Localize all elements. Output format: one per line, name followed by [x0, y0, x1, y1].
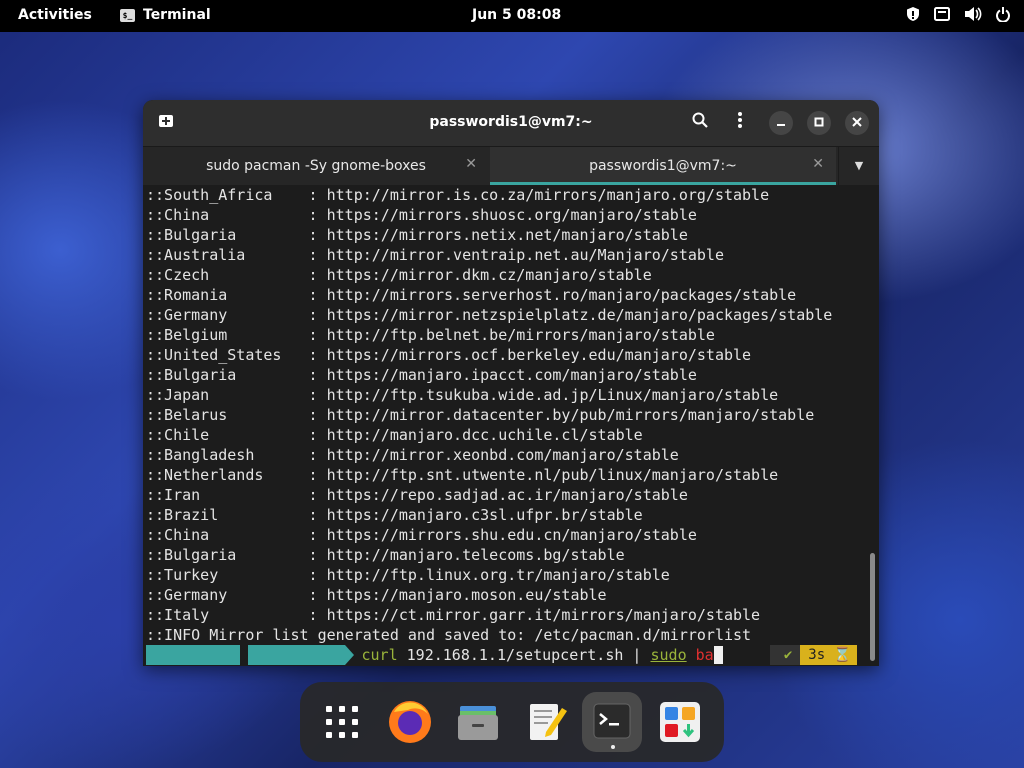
search-icon [692, 112, 708, 128]
output-line: ::Japan : http://ftp.tsukuba.wide.ad.jp/… [146, 386, 779, 404]
dock-text-editor[interactable] [516, 692, 576, 752]
firefox-icon [389, 701, 431, 743]
close-button[interactable] [845, 111, 869, 135]
minimize-icon [777, 124, 785, 126]
output-line: ::Romania : http://mirrors.serverhost.ro… [146, 286, 797, 304]
chevron-down-icon: ▼ [854, 159, 864, 172]
close-icon [852, 117, 862, 127]
output-line: ::Bangladesh : http://mirror.xeonbd.com/… [146, 446, 679, 464]
app-menu-label: Terminal [143, 7, 211, 23]
command-prompt[interactable]: ~ curl 192.168.1.1/setupcert.sh | sudo b… [146, 645, 723, 665]
os-logo-icon [146, 645, 241, 665]
prompt-arrow [344, 645, 354, 665]
minimize-button[interactable] [769, 111, 793, 135]
tab-close-icon[interactable]: ✕ [465, 156, 477, 172]
dock [300, 682, 724, 762]
top-bar: Activities $_ Terminal Jun 5 08:08 [0, 0, 1024, 32]
maximize-button[interactable] [807, 111, 831, 135]
output-line: ::Italy : https://ct.mirror.garr.it/mirr… [146, 606, 761, 624]
prompt-dir-segment: ~ [248, 645, 345, 665]
kebab-menu-icon [738, 112, 742, 128]
output-line: ::Belarus : http://mirror.datacenter.by/… [146, 406, 815, 424]
app-grid-icon [326, 706, 358, 738]
dock-terminal[interactable] [582, 692, 642, 752]
command-args: 192.168.1.1/setupcert.sh | [397, 646, 651, 664]
output-line: ::Belgium : http://ftp.belnet.be/mirrors… [146, 326, 715, 344]
output-line: ::South_Africa : http://mirror.is.co.za/… [146, 186, 770, 204]
volume-icon [965, 7, 982, 21]
command-word: curl [361, 646, 398, 664]
tab-overview-button[interactable]: ▼ [838, 147, 879, 185]
output-line: ::Bulgaria : https://manjaro.ipacct.com/… [146, 366, 697, 384]
tab-label: passwordis1@vm7:~ [589, 158, 737, 174]
show-apps-button[interactable] [312, 692, 372, 752]
output-lines: ::South_Africa : http://mirror.is.co.za/… [146, 185, 832, 645]
terminal-output[interactable]: ::South_Africa : http://mirror.is.co.za/… [143, 185, 879, 666]
search-button[interactable] [689, 112, 711, 134]
output-line: ::Bulgaria : https://mirrors.netix.net/m… [146, 226, 688, 244]
shield-icon [907, 7, 919, 21]
status-ok: ✔ [769, 645, 801, 665]
running-indicator [611, 745, 615, 749]
activities-button[interactable]: Activities [18, 7, 92, 23]
text-cursor [713, 646, 723, 664]
output-line: ::Germany : https://mirror.netzspielplat… [146, 306, 833, 324]
terminal-icon [593, 703, 631, 739]
tab-close-icon[interactable]: ✕ [812, 156, 824, 172]
power-icon [996, 6, 1010, 22]
output-line: ::Czech : https://mirror.dkm.cz/manjaro/… [146, 266, 652, 284]
output-line: ::INFO Mirror list generated and saved t… [146, 626, 752, 644]
network-icon [934, 7, 950, 21]
output-line: ::China : https://mirrors.shuosc.org/man… [146, 206, 697, 224]
dock-firefox[interactable] [380, 692, 440, 752]
output-line: ::Iran : https://repo.sadjad.ac.ir/manja… [146, 486, 688, 504]
system-tray[interactable] [906, 6, 1010, 22]
software-icon [660, 702, 700, 742]
output-line: ::Germany : https://manjaro.moson.eu/sta… [146, 586, 607, 604]
command-partial: ba [686, 646, 714, 664]
files-icon [458, 706, 498, 740]
terminal-app-icon: $_ [120, 8, 135, 22]
app-menu[interactable]: $_ Terminal [120, 7, 211, 23]
scrollbar[interactable] [870, 553, 875, 661]
prompt-separator [240, 645, 249, 665]
dock-software[interactable] [650, 692, 710, 752]
output-line: ::China : https://mirrors.shu.edu.cn/man… [146, 526, 697, 544]
dock-files[interactable] [448, 692, 508, 752]
tab-pacman[interactable]: sudo pacman -Sy gnome-boxes ✕ [143, 147, 489, 185]
output-line: ::Australia : http://mirror.ventraip.net… [146, 246, 724, 264]
maximize-icon [814, 117, 824, 127]
command-sudo: sudo [650, 646, 687, 664]
elapsed-time-segment: 3s ⌛ [800, 645, 857, 665]
tab-shell[interactable]: passwordis1@vm7:~ ✕ [490, 147, 836, 185]
right-prompt: ✔ 3s ⌛ [769, 645, 857, 665]
hourglass-icon: ⌛ [833, 647, 851, 663]
output-line: ::Brazil : https://manjaro.c3sl.ufpr.br/… [146, 506, 643, 524]
text-editor-icon [530, 704, 567, 740]
output-line: ::Chile : http://manjaro.dcc.uchile.cl/s… [146, 426, 643, 444]
output-line: ::United_States : https://mirrors.ocf.be… [146, 346, 752, 364]
tab-bar: sudo pacman -Sy gnome-boxes ✕ passwordis… [143, 146, 879, 185]
elapsed-time: 3s [808, 647, 826, 663]
tab-label: sudo pacman -Sy gnome-boxes [206, 158, 426, 174]
output-line: ::Netherlands : http://ftp.snt.utwente.n… [146, 466, 779, 484]
output-line: ::Turkey : http://ftp.linux.org.tr/manja… [146, 566, 670, 584]
title-bar[interactable]: passwordis1@vm7:~ [143, 100, 879, 146]
menu-button[interactable] [729, 112, 751, 134]
clock[interactable]: Jun 5 08:08 [472, 7, 561, 23]
output-line: ::Bulgaria : http://manjaro.telecoms.bg/… [146, 546, 625, 564]
terminal-window[interactable]: passwordis1@vm7:~ sudo pacman -Sy gnome-… [143, 100, 879, 666]
